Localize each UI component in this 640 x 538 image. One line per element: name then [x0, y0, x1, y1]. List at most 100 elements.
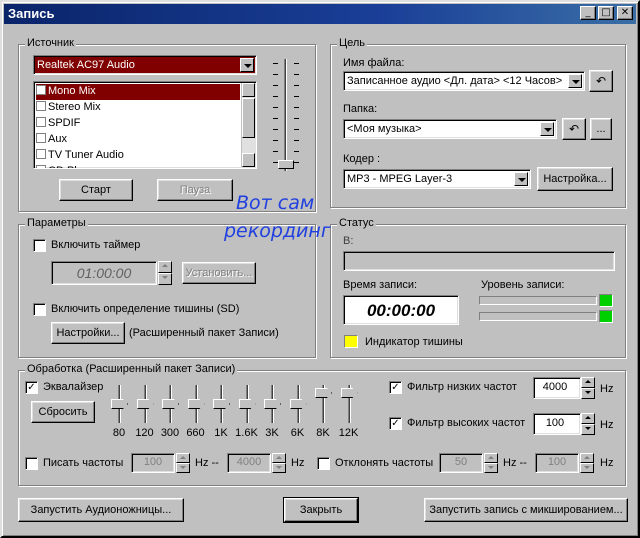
input-list-scrollbar[interactable]	[241, 83, 255, 167]
eq-slider-thumb[interactable]	[162, 399, 179, 409]
eq-band[interactable]: 80	[111, 385, 128, 445]
title-bar[interactable]: Запись	[4, 4, 636, 24]
input-list-item[interactable]: Mono Mix	[36, 84, 240, 100]
input-checkbox[interactable]	[36, 133, 46, 143]
write-to-input[interactable]: 4000	[227, 453, 271, 473]
input-list[interactable]: Mono Mix Stereo Mix SPDIF Aux TV Tuner Audio…	[33, 81, 257, 169]
folder-reset-button[interactable]: ↶	[562, 118, 586, 140]
lowpass-spinner[interactable]	[581, 377, 595, 399]
folder-browse-button[interactable]: ...	[590, 118, 612, 140]
highpass-checkbox[interactable]: ✓	[389, 417, 402, 430]
close-icon[interactable]: ✕	[617, 6, 633, 20]
eq-slider-thumb[interactable]	[187, 399, 205, 409]
reject-to-spinner[interactable]	[580, 453, 594, 473]
filename-select[interactable]: Записанное аудио <Дл. дата> <12 Часов>	[343, 71, 585, 91]
eq-slider-thumb[interactable]	[264, 399, 281, 409]
start-button[interactable]: Старт	[59, 179, 133, 201]
scroll-down-icon[interactable]	[242, 153, 255, 167]
eq-slider-thumb[interactable]	[289, 399, 307, 409]
eq-band[interactable]: 120	[135, 385, 154, 445]
chevron-down-icon[interactable]	[240, 58, 254, 72]
write-to-spinner[interactable]	[272, 453, 286, 473]
input-checkbox[interactable]	[36, 101, 46, 111]
spin-up-icon[interactable]	[580, 453, 594, 463]
input-list-item[interactable]: SPDIF	[36, 116, 240, 132]
spin-down-icon[interactable]	[272, 463, 286, 473]
write-from-spinner[interactable]	[176, 453, 190, 473]
silence-detect-checkbox[interactable]	[33, 303, 46, 316]
eq-reset-button[interactable]: Сбросить	[31, 401, 95, 423]
input-list-item[interactable]: Aux	[36, 132, 240, 148]
highpass-input[interactable]: 100	[533, 413, 581, 435]
spin-down-icon[interactable]	[580, 463, 594, 473]
eq-band[interactable]: 300	[161, 385, 179, 445]
reject-range-sep: Hz --	[503, 457, 527, 469]
set-timer-button[interactable]: Установить...	[182, 262, 256, 284]
eq-band[interactable]: 6K	[289, 385, 307, 445]
reject-from-spinner[interactable]	[484, 453, 498, 473]
scroll-up-icon[interactable]	[242, 83, 255, 97]
input-checkbox[interactable]	[36, 85, 46, 95]
filename-reset-button[interactable]: ↶	[589, 70, 613, 92]
spin-down-icon[interactable]	[581, 424, 595, 435]
equalizer-checkbox[interactable]: ✓	[25, 381, 38, 394]
timer-spinner[interactable]	[158, 261, 172, 285]
input-checkbox[interactable]	[36, 117, 46, 127]
write-from-input[interactable]: 100	[131, 453, 175, 473]
reject-from-input[interactable]: 50	[439, 453, 483, 473]
spin-down-icon[interactable]	[158, 273, 172, 285]
input-list-item[interactable]: Stereo Mix	[36, 100, 240, 116]
sd-settings-button[interactable]: Настройки...	[51, 322, 125, 344]
spin-down-icon[interactable]	[176, 463, 190, 473]
spin-up-icon[interactable]	[484, 453, 498, 463]
chevron-down-icon[interactable]	[514, 172, 528, 186]
eq-band[interactable]: 3K	[264, 385, 281, 445]
lowpass-input[interactable]: 4000	[533, 377, 581, 399]
reject-to-input[interactable]: 100	[535, 453, 579, 473]
device-select[interactable]: Realtek AC97 Audio	[33, 55, 257, 75]
chevron-down-icon[interactable]	[540, 122, 554, 136]
eq-slider-thumb[interactable]	[340, 388, 358, 398]
codec-label: Кодер :	[343, 153, 381, 165]
spin-up-icon[interactable]	[581, 377, 595, 388]
input-list-item[interactable]: CD Player	[36, 164, 240, 168]
eq-slider-thumb[interactable]	[136, 399, 154, 409]
eq-slider-thumb[interactable]	[213, 399, 230, 409]
eq-slider-thumb[interactable]	[238, 399, 256, 409]
spin-down-icon[interactable]	[581, 388, 595, 399]
spin-up-icon[interactable]	[272, 453, 286, 463]
chevron-down-icon[interactable]	[568, 74, 582, 88]
spin-up-icon[interactable]	[176, 453, 190, 463]
spin-up-icon[interactable]	[158, 261, 172, 273]
maximize-icon[interactable]: □	[598, 6, 614, 20]
launch-mixer-button[interactable]: Запустить Аудионожницы...	[18, 498, 184, 522]
eq-band[interactable]: 660	[186, 385, 205, 445]
close-button[interactable]: Закрыть	[283, 497, 359, 523]
input-checkbox[interactable]	[36, 165, 46, 168]
eq-band[interactable]: 1K	[213, 385, 230, 445]
eq-band[interactable]: 1.6K	[235, 385, 258, 445]
write-freq-checkbox[interactable]	[25, 457, 38, 470]
minimize-icon[interactable]: _	[580, 6, 596, 20]
input-volume-slider[interactable]	[273, 59, 299, 171]
eq-band[interactable]: 8K	[315, 385, 332, 445]
codec-settings-button[interactable]: Настройка...	[537, 167, 613, 191]
eq-slider-thumb[interactable]	[315, 388, 332, 398]
lowpass-checkbox[interactable]: ✓	[389, 381, 402, 394]
folder-select[interactable]: <Моя музыка>	[343, 119, 557, 139]
record-with-mixing-button[interactable]: Запустить запись с микшированием...	[424, 498, 628, 522]
spin-up-icon[interactable]	[581, 413, 595, 424]
highpass-spinner[interactable]	[581, 413, 595, 435]
input-checkbox[interactable]	[36, 149, 46, 159]
input-list-item[interactable]: TV Tuner Audio	[36, 148, 240, 164]
reject-freq-checkbox[interactable]	[317, 457, 330, 470]
volume-thumb[interactable]	[278, 160, 294, 169]
timer-checkbox[interactable]	[33, 239, 46, 252]
spin-down-icon[interactable]	[484, 463, 498, 473]
timer-input[interactable]: 01:00:00	[51, 261, 157, 285]
codec-select[interactable]: MP3 - MPEG Layer-3	[343, 169, 531, 189]
scroll-thumb[interactable]	[242, 98, 255, 138]
pause-button[interactable]: Пауза	[157, 179, 233, 201]
eq-band[interactable]: 12K	[339, 385, 358, 445]
eq-slider-thumb[interactable]	[111, 399, 128, 409]
